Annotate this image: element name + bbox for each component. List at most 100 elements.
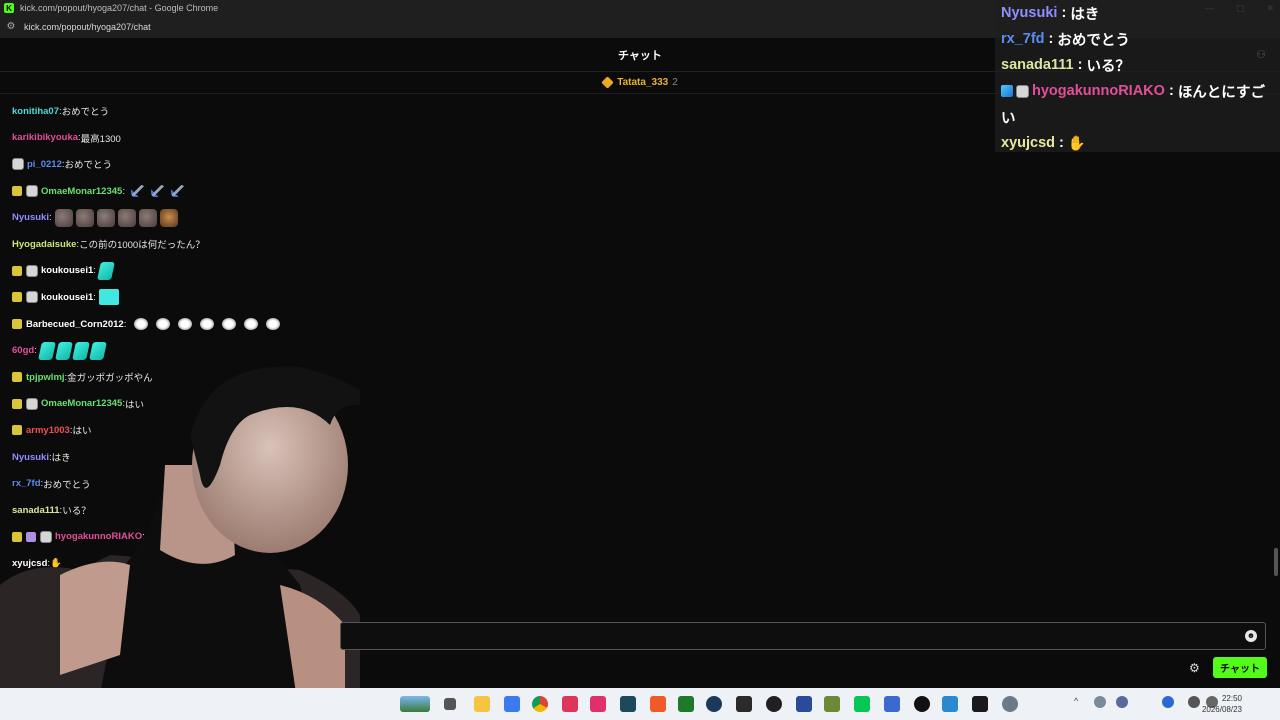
app-grid-icon[interactable]	[884, 696, 900, 712]
chat-username[interactable]: Barbecued_Corn2012	[26, 319, 124, 330]
chat-username[interactable]: Hyogadaisuke	[12, 239, 76, 250]
subscriber-badge-icon	[12, 265, 22, 276]
app-star-icon[interactable]	[796, 696, 812, 712]
overlay-separator: :	[1057, 5, 1071, 21]
send-chat-button[interactable]: チャット	[1213, 657, 1267, 678]
chat-username[interactable]: koukousei1	[41, 292, 93, 303]
tray-mic-icon[interactable]	[1116, 696, 1128, 708]
chat-separator: :	[123, 318, 127, 330]
unreal-icon[interactable]	[914, 696, 930, 712]
emote-brown-icon[interactable]	[54, 208, 73, 227]
steam-icon[interactable]	[706, 696, 722, 712]
overlay-message: xyujcsd : ✋	[1001, 130, 1280, 156]
emote-hand-icon[interactable]	[134, 318, 149, 331]
emote-hand-icon[interactable]	[266, 318, 281, 331]
emote-cyan-icon[interactable]	[97, 261, 115, 280]
app-red-icon[interactable]	[562, 696, 578, 712]
landscape-widget-icon[interactable]	[400, 696, 430, 712]
chat-message-text: 最高1300	[80, 133, 121, 145]
subscriber-badge-icon	[12, 292, 22, 303]
overlay-username: Nyusuki	[1001, 5, 1058, 21]
chat-message-text: おめでとう	[64, 160, 113, 172]
minecraft-icon[interactable]	[824, 696, 840, 712]
app-green-icon[interactable]	[678, 696, 694, 712]
overlay-username: rx_7fd	[1001, 31, 1045, 47]
emote-hand-icon[interactable]	[244, 318, 259, 331]
chat-username[interactable]: konitiha07	[12, 106, 59, 117]
pinned-count: 2	[672, 77, 678, 88]
emote-brown-icon[interactable]	[75, 208, 94, 227]
emote-sword-icon[interactable]	[130, 185, 145, 198]
emote-sword-icon[interactable]	[170, 185, 185, 198]
emote-sword-icon[interactable]	[150, 185, 165, 198]
brave-icon[interactable]	[650, 696, 666, 712]
scrollbar-thumb[interactable]	[1274, 548, 1278, 576]
chat-message: Barbecued_Corn2012:	[12, 311, 612, 338]
emote-brown-icon[interactable]	[117, 208, 136, 227]
overlay-username: xyujcsd	[1001, 135, 1055, 151]
overlay-text: おめでとう	[1057, 32, 1130, 49]
moderator-badge-icon	[26, 185, 38, 198]
chat-overlay-widget: Nyusuki : はき rx_7fd : おめでとう sanada111 : いる…	[995, 0, 1280, 152]
chrome-icon[interactable]	[532, 696, 548, 712]
subscriber-badge-icon	[12, 186, 22, 197]
chat-separator: :	[93, 291, 96, 303]
url-text[interactable]: kick.com/popout/hyoga207/chat	[24, 22, 151, 32]
window-title: kick.com/popout/hyoga207/chat - Google C…	[20, 3, 219, 13]
emote-brown-icon[interactable]	[138, 208, 157, 227]
app-photo-icon[interactable]	[942, 696, 958, 712]
clock-time: 22:50	[1221, 694, 1242, 703]
taskbar-clock[interactable]: 22:50 2026/08/23	[1202, 693, 1242, 715]
chat-username[interactable]: pi_0212	[27, 159, 62, 170]
tray-network-icon[interactable]	[1094, 696, 1106, 708]
emote-brown-icon[interactable]	[96, 208, 115, 227]
site-settings-icon[interactable]: ⚙	[4, 20, 18, 34]
tiktok-icon[interactable]	[590, 696, 606, 712]
app-teal-icon[interactable]	[620, 696, 636, 712]
gift-icon	[601, 76, 614, 89]
chat-username[interactable]: karikibikyouka	[12, 132, 78, 143]
app-dark-icon[interactable]	[736, 696, 752, 712]
chat-username[interactable]: Nyusuki	[12, 212, 49, 223]
obs-icon[interactable]	[766, 696, 782, 712]
clock-date: 2026/08/23	[1201, 705, 1242, 714]
chat-message-text: おめでとう	[61, 107, 110, 119]
settings-icon[interactable]	[1002, 696, 1018, 712]
app-black-icon[interactable]	[972, 696, 988, 712]
emote-picker-icon[interactable]: ☻	[1245, 630, 1257, 642]
file-explorer-icon[interactable]	[474, 696, 490, 712]
line-icon[interactable]	[854, 696, 870, 712]
chat-separator: :	[48, 212, 52, 224]
overlay-username: sanada111	[1001, 57, 1074, 73]
tray-chevron-icon[interactable]: ^	[1074, 696, 1086, 708]
app-blue-icon[interactable]	[504, 696, 520, 712]
emote-hand-icon[interactable]	[156, 318, 171, 331]
chat-username[interactable]: OmaeMonar12345	[41, 186, 122, 197]
emote-hand-icon[interactable]	[222, 318, 237, 331]
chat-separator: :	[122, 185, 125, 197]
emote-hand-icon[interactable]	[178, 318, 193, 331]
overlay-text: いる？	[1086, 58, 1130, 75]
chat-message: OmaeMonar12345:	[12, 178, 612, 205]
overlay-separator: :	[1164, 83, 1178, 99]
emote-cyanblock-icon[interactable]	[98, 289, 119, 306]
overlay-message: rx_7fd : おめでとう	[1001, 26, 1280, 52]
emote-hand-icon[interactable]	[200, 318, 215, 331]
chat-message: koukousei1:	[12, 284, 612, 311]
moderator-badge-icon	[12, 158, 24, 171]
tray-wifi-icon[interactable]	[1188, 696, 1200, 708]
chat-message: pi_0212: おめでとう	[12, 151, 612, 178]
chat-input[interactable]: ☻	[340, 622, 1266, 650]
overlay-separator: :	[1055, 135, 1068, 151]
chat-message: karikibikyouka: 最高1300	[12, 125, 612, 152]
overlay-text: い	[1001, 110, 1016, 127]
task-view-icon[interactable]	[444, 698, 456, 710]
pinned-user: Tatata_333	[617, 77, 669, 88]
streamer-webcam-overlay	[0, 366, 360, 720]
moderator-badge-icon	[26, 264, 38, 277]
chat-username[interactable]: koukousei1	[41, 265, 93, 276]
emote-face-icon[interactable]	[159, 208, 178, 227]
chat-separator: :	[93, 265, 96, 277]
tray-cloud-icon[interactable]	[1162, 696, 1174, 708]
chat-settings-gear-icon[interactable]: ⚙	[1189, 661, 1200, 675]
